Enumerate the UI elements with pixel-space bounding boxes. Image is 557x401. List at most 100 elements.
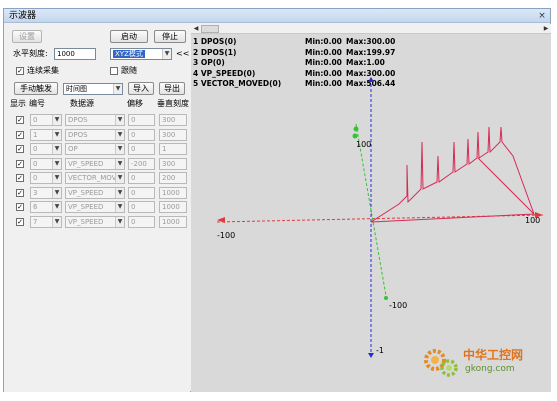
vertical-scale-input[interactable]: 1000 (159, 215, 187, 228)
offset-input[interactable]: 0 (128, 215, 155, 228)
show-checkbox[interactable]: ✓ (16, 188, 24, 197)
vertical-scale-input[interactable]: 200 (159, 172, 187, 184)
offset-input[interactable]: 0 (128, 143, 155, 155)
chevron-down-icon: ▼ (52, 216, 61, 227)
horizontal-scale-input[interactable]: 1000 (54, 48, 96, 60)
number-combo[interactable]: 1 ▼ (30, 128, 62, 141)
export-button[interactable]: 导出 (159, 82, 185, 95)
number-combo[interactable]: 7 ▼ (30, 215, 62, 228)
number-combo[interactable]: 0 ▼ (30, 172, 62, 184)
mode-combo[interactable]: XYZ模式 ▼ (110, 48, 172, 60)
watermark: 中华工控网 gkong.com (419, 344, 547, 380)
chevron-down-icon: ▼ (52, 173, 61, 183)
vertical-scale-input[interactable]: 1000 (159, 201, 187, 213)
display-mode-combo[interactable]: 时间图 ▼ (63, 83, 123, 95)
source-value: VP_SPEED (68, 159, 104, 168)
display-mode-value: 时间图 (66, 85, 87, 93)
show-checkbox[interactable]: ✓ (16, 116, 24, 124)
z-axis-neg-arrow (368, 353, 374, 358)
show-checkbox[interactable]: ✓ (16, 145, 24, 153)
x-axis-pos-label: 100 (525, 216, 541, 225)
plot-area: ◀ ▶ 1 DPOS(0) Min:0.00 Max:300.00 2 DPOS… (191, 24, 551, 392)
source-value: DPOS (68, 130, 88, 139)
offset-input[interactable]: 0 (128, 128, 155, 141)
collapse-button[interactable]: << (176, 49, 189, 59)
source-combo[interactable]: VP_SPEED ▼ (65, 201, 125, 213)
chevron-down-icon: ▼ (52, 115, 61, 125)
source-combo[interactable]: DPOS ▼ (65, 114, 125, 126)
number-value: 7 (33, 217, 38, 226)
offset-input[interactable]: 0 (128, 186, 155, 199)
source-combo[interactable]: VECTOR_MOVED ▼ (65, 172, 125, 184)
watermark-title: 中华工控网 (463, 348, 524, 362)
number-combo[interactable]: 3 ▼ (30, 186, 62, 199)
chevron-down-icon: ▼ (52, 187, 61, 198)
number-value: 3 (33, 188, 38, 197)
number-value: 1 (33, 130, 38, 139)
header-source: 数据源 (70, 99, 94, 108)
chevron-down-icon: ▼ (52, 202, 61, 212)
source-value: VP_SPEED (68, 203, 104, 211)
vertical-scale-input[interactable]: 300 (159, 128, 187, 141)
header-vertical-scale: 垂直刻度 (157, 99, 189, 108)
show-checkbox[interactable]: ✓ (16, 130, 24, 139)
chevron-down-icon: ▼ (115, 129, 124, 140)
source-combo[interactable]: VP_SPEED ▼ (65, 157, 125, 170)
z-axis-neg-label: -1 (376, 346, 384, 355)
number-value: 0 (33, 116, 38, 124)
x-axis-neg-label: -100 (217, 231, 236, 240)
number-combo[interactable]: 0 ▼ (30, 114, 62, 126)
chevron-down-icon: ▼ (115, 187, 124, 198)
xyz-plot-svg (216, 77, 544, 358)
source-value: VP_SPEED (68, 217, 104, 226)
chevron-down-icon: ▼ (115, 115, 124, 125)
offset-input[interactable]: 0 (128, 172, 155, 184)
vertical-scale-input[interactable]: 300 (159, 114, 187, 126)
show-checkbox[interactable]: ✓ (16, 174, 24, 182)
y-axis-marker-2 (352, 133, 358, 139)
offset-input[interactable]: 0 (128, 114, 155, 126)
show-checkbox[interactable]: ✓ (16, 159, 24, 168)
close-icon[interactable]: × (537, 11, 547, 21)
number-combo[interactable]: 0 ▼ (30, 157, 62, 170)
chevron-down-icon: ▼ (115, 202, 124, 212)
import-button[interactable]: 导入 (128, 82, 154, 95)
chevron-down-icon: ▼ (115, 173, 124, 183)
chevron-down-icon: ▼ (115, 144, 124, 154)
offset-input[interactable]: -200 (128, 157, 155, 170)
chevron-down-icon: ▼ (113, 84, 122, 94)
follow-label: 跟随 (121, 66, 137, 75)
continuous-capture-label: 连续采集 (27, 66, 59, 75)
settings-button[interactable]: 设置 (12, 30, 42, 43)
chevron-down-icon: ▼ (115, 158, 124, 169)
z-axis-pos-arrow (368, 77, 374, 82)
manual-trigger-button[interactable]: 手动触发 (14, 82, 58, 95)
number-value: 6 (33, 203, 38, 211)
number-value: 0 (33, 145, 38, 153)
gear-logo-icon (424, 349, 458, 377)
source-value: VP_SPEED (68, 188, 104, 197)
number-combo[interactable]: 6 ▼ (30, 201, 62, 213)
offset-input[interactable]: 0 (128, 201, 155, 213)
number-combo[interactable]: 0 ▼ (30, 143, 62, 155)
vertical-scale-input[interactable]: 1000 (159, 186, 187, 199)
start-button[interactable]: 启动 (110, 30, 148, 43)
follow-checkbox[interactable] (110, 67, 118, 75)
source-combo[interactable]: OP ▼ (65, 143, 125, 155)
window-title: 示波器 (9, 11, 37, 21)
vertical-scale-input[interactable]: 300 (159, 157, 187, 170)
number-value: 0 (33, 174, 38, 182)
source-value: OP (68, 145, 78, 153)
continuous-capture-checkbox[interactable]: ✓ (16, 67, 24, 75)
show-checkbox[interactable]: ✓ (16, 217, 24, 226)
source-combo[interactable]: VP_SPEED ▼ (65, 186, 125, 199)
source-value: DPOS (68, 116, 88, 124)
chevron-down-icon: ▼ (115, 216, 124, 227)
show-checkbox[interactable]: ✓ (16, 203, 24, 211)
header-number: 编号 (29, 99, 45, 108)
stop-button[interactable]: 停止 (154, 30, 186, 43)
source-combo[interactable]: DPOS ▼ (65, 128, 125, 141)
vertical-scale-input[interactable]: 1 (159, 143, 187, 155)
chevron-down-icon: ▼ (162, 49, 171, 59)
source-combo[interactable]: VP_SPEED ▼ (65, 215, 125, 228)
